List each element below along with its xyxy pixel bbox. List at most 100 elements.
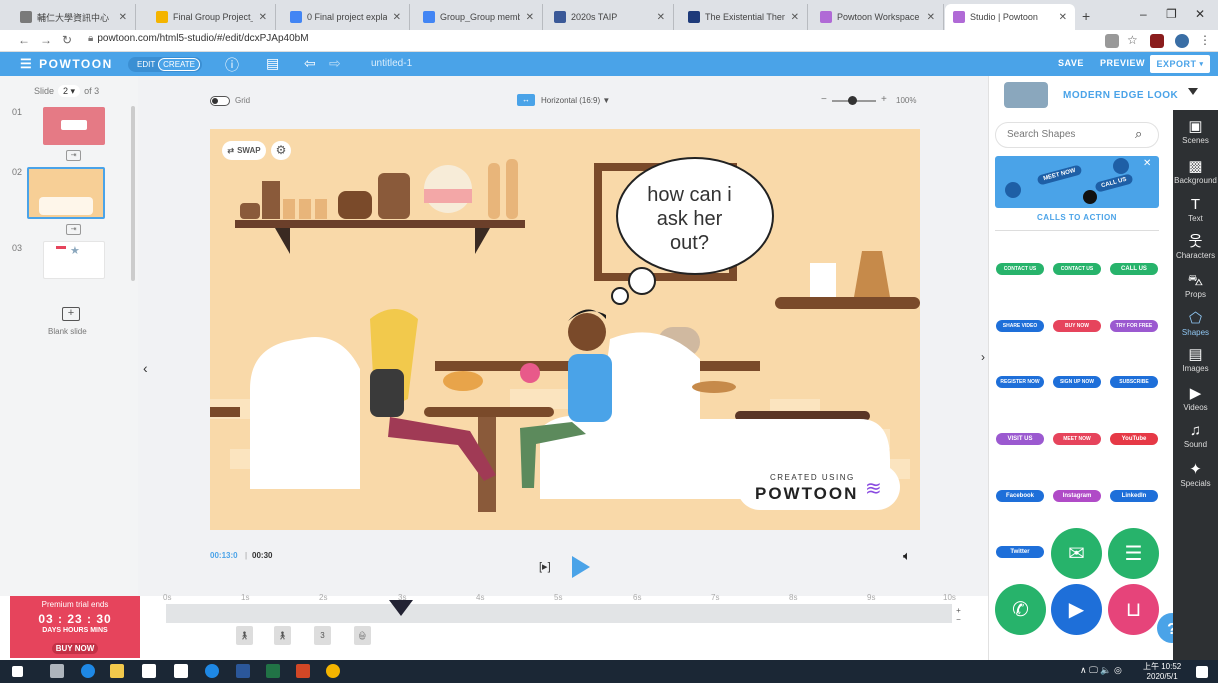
add-slide-icon[interactable]: + bbox=[62, 307, 80, 321]
close-icon[interactable]: ✕ bbox=[526, 12, 534, 23]
share-video-shape[interactable]: SHARE VIDEO bbox=[996, 320, 1044, 332]
transition-icon[interactable]: ⇥ bbox=[66, 224, 81, 235]
close-icon[interactable]: ✕ bbox=[119, 12, 127, 23]
buy-now-shape[interactable]: BUY NOW bbox=[1053, 320, 1101, 332]
taskbar-clock[interactable]: 上午 10:52 2020/5/1 bbox=[1143, 662, 1181, 682]
preview-button[interactable]: PREVIEW bbox=[1100, 58, 1145, 68]
sidebar-item-characters[interactable]: 웃 Characters bbox=[1173, 233, 1218, 260]
linkedin-shape[interactable]: LinkedIn bbox=[1110, 490, 1158, 502]
subscribe-shape[interactable]: SUBSCRIBE bbox=[1110, 376, 1158, 388]
zoom-slider-handle[interactable] bbox=[848, 96, 857, 105]
instagram-shape[interactable]: Instagram bbox=[1053, 490, 1101, 502]
volume-icon[interactable]: 🔈︎ bbox=[903, 548, 911, 564]
browser-tab[interactable]: Powtoon Workspace ✕ bbox=[812, 4, 944, 30]
reload-icon[interactable]: ↻ bbox=[62, 33, 72, 47]
document-title[interactable]: untitled-1 bbox=[371, 58, 412, 69]
redo-icon[interactable]: ⇨ bbox=[329, 55, 341, 72]
star-icon[interactable]: ☆ bbox=[1127, 33, 1138, 47]
edge-icon[interactable] bbox=[81, 664, 95, 678]
maximize-button[interactable]: ❐ bbox=[1166, 7, 1177, 21]
layer-text-icon[interactable]: 3 bbox=[314, 626, 331, 645]
sidebar-item-shapes[interactable]: ⬠ Shapes bbox=[1173, 310, 1218, 337]
thought-bubble-text[interactable]: how can i ask her out? bbox=[622, 183, 757, 255]
zoom-out-button[interactable]: − bbox=[821, 94, 827, 105]
save-button[interactable]: SAVE bbox=[1058, 58, 1084, 68]
facebook-shape[interactable]: Facebook bbox=[996, 490, 1044, 502]
extension-icon[interactable] bbox=[1150, 34, 1164, 48]
calls-to-action-preview[interactable]: MEET NOW CALL US ✕ bbox=[995, 156, 1159, 208]
caret-down-icon[interactable] bbox=[1188, 88, 1198, 95]
new-tab-button[interactable]: + bbox=[1082, 8, 1090, 24]
browser-tab[interactable]: 2020s TAIP ✕ bbox=[546, 4, 674, 30]
email-circle-shape[interactable]: ✉ bbox=[1051, 528, 1102, 579]
slide-thumbnail[interactable]: ★ bbox=[43, 241, 105, 279]
youtube-shape[interactable]: YouTube bbox=[1110, 433, 1158, 445]
style-thumbnail[interactable] bbox=[1004, 82, 1048, 108]
powerpoint-icon[interactable] bbox=[296, 664, 310, 678]
browser-tab[interactable]: The Existential Theme in ✕ bbox=[680, 4, 808, 30]
windows-start-icon[interactable] bbox=[12, 666, 23, 677]
forward-arrow-icon[interactable]: → bbox=[40, 33, 52, 47]
orientation-icon[interactable]: ↔ bbox=[517, 94, 535, 106]
browser-tab[interactable]: 輔仁大學資訊中心 ✕ bbox=[12, 4, 136, 30]
twitter-shape[interactable]: Twitter bbox=[996, 546, 1044, 558]
orientation-dropdown[interactable]: Horizontal (16:9) ▼ bbox=[541, 96, 610, 105]
sidebar-item-images[interactable]: ▤ Images bbox=[1173, 346, 1218, 373]
close-icon[interactable]: ✕ bbox=[393, 12, 401, 23]
browser-tab[interactable]: Group_Group member na ✕ bbox=[415, 4, 543, 30]
store-icon[interactable] bbox=[142, 664, 156, 678]
slide-thumbnail[interactable] bbox=[43, 107, 105, 145]
browser-tab[interactable]: 0 Final project explanation ✕ bbox=[282, 4, 410, 30]
notifications-icon[interactable] bbox=[1196, 666, 1208, 678]
sign-up-now-shape[interactable]: SIGN UP NOW bbox=[1053, 376, 1101, 388]
word-icon[interactable] bbox=[236, 664, 250, 678]
visit-us-shape[interactable]: VISIT US bbox=[996, 433, 1044, 445]
contact-us-shape[interactable]: CONTACT US bbox=[996, 263, 1044, 275]
sidebar-item-sound[interactable]: ♫ Sound bbox=[1173, 422, 1218, 449]
help-circle-icon[interactable]: ⓘ bbox=[225, 55, 239, 75]
url-field[interactable]: 🔒︎ powtoon.com/html5-studio/#/edit/dcxPJA… bbox=[88, 33, 309, 44]
collapse-left-arrow-icon[interactable]: ‹ bbox=[143, 360, 148, 376]
file-explorer-icon[interactable] bbox=[110, 664, 124, 678]
timeline-track[interactable] bbox=[166, 604, 952, 623]
expand-right-arrow-icon[interactable]: › bbox=[981, 350, 985, 364]
browser-tab[interactable]: Final Group Project_Goog ✕ bbox=[148, 4, 276, 30]
translate-icon[interactable] bbox=[1105, 34, 1119, 48]
layer-prop-icon[interactable]: 🧁︎ bbox=[354, 626, 371, 645]
zoom-in-button[interactable]: + bbox=[881, 94, 887, 105]
sidebar-item-props[interactable]: ⛍ Props bbox=[1173, 272, 1218, 299]
export-button[interactable]: EXPORT ▾ bbox=[1150, 55, 1210, 73]
play-from-start-button[interactable]: [▸] bbox=[539, 560, 551, 573]
style-name[interactable]: MODERN EDGE LOOK bbox=[1063, 90, 1178, 101]
buy-now-button[interactable]: BUY NOW bbox=[10, 643, 140, 654]
phone-circle-shape[interactable]: ✆ bbox=[995, 584, 1046, 635]
slide-selector[interactable]: Slide 2 ▾ of 3 bbox=[34, 85, 99, 97]
excel-icon[interactable] bbox=[266, 664, 280, 678]
browser-tab-active[interactable]: Studio | Powtoon ✕ bbox=[945, 4, 1075, 30]
transition-icon[interactable]: ⇥ bbox=[66, 150, 81, 161]
timeline-zoom-out-button[interactable]: − bbox=[954, 615, 963, 624]
notes-icon[interactable]: ▤ bbox=[266, 55, 279, 72]
grid-toggle[interactable] bbox=[210, 96, 230, 106]
undo-icon[interactable]: ⇦ bbox=[304, 55, 316, 72]
meet-now-shape[interactable]: MEET NOW bbox=[1053, 433, 1101, 445]
close-icon[interactable]: ✕ bbox=[791, 12, 799, 23]
play-icon[interactable] bbox=[572, 556, 590, 578]
task-view-icon[interactable] bbox=[50, 664, 64, 678]
ie-icon[interactable] bbox=[205, 664, 219, 678]
close-icon[interactable]: ✕ bbox=[657, 12, 665, 23]
chat-circle-shape[interactable]: ☰ bbox=[1108, 528, 1159, 579]
mail-icon[interactable] bbox=[174, 664, 188, 678]
window-close-button[interactable]: ✕ bbox=[1195, 7, 1205, 21]
register-now-shape[interactable]: REGISTER NOW bbox=[996, 376, 1044, 388]
back-arrow-icon[interactable]: ← bbox=[18, 33, 30, 47]
try-for-free-shape[interactable]: TRY FOR FREE bbox=[1110, 320, 1158, 332]
close-icon[interactable]: ✕ bbox=[259, 12, 267, 23]
close-icon[interactable]: ✕ bbox=[927, 12, 935, 23]
video-circle-shape[interactable]: ▶ bbox=[1051, 584, 1102, 635]
powtoon-logo[interactable]: ☰ POWTOON bbox=[20, 56, 113, 72]
slide-number-dropdown[interactable]: 2 ▾ bbox=[58, 85, 81, 97]
layer-character-icon[interactable]: 🚶︎ bbox=[236, 626, 253, 645]
call-us-shape[interactable]: CALL US bbox=[1110, 263, 1158, 275]
shop-circle-shape[interactable]: ⊔ bbox=[1108, 584, 1159, 635]
